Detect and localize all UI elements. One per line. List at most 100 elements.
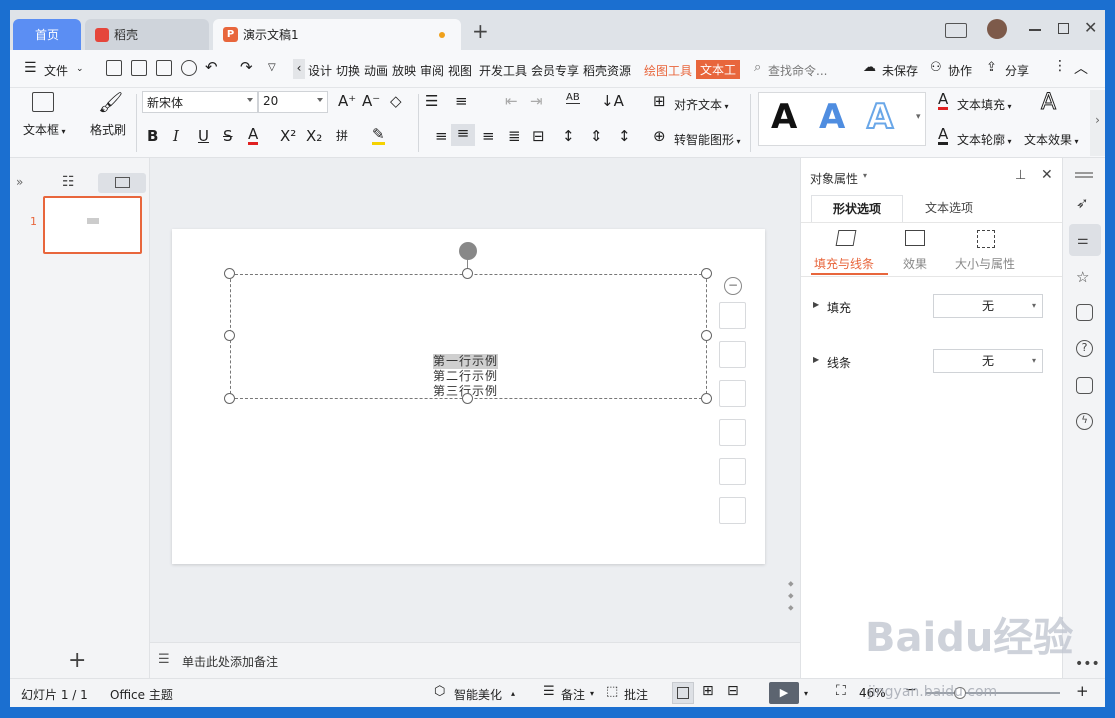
share-button[interactable]: 分享: [1005, 62, 1029, 79]
text-style-gallery[interactable]: A A A: [758, 92, 926, 146]
fill-label[interactable]: 填充: [827, 299, 851, 316]
chevron-down-icon[interactable]: ▾: [804, 689, 808, 698]
slide-thumbnail[interactable]: [43, 196, 142, 254]
text-box[interactable]: 第一行示例 第二行示例 第三行示例: [230, 274, 707, 399]
text-fill-button[interactable]: 文本填充 ▾: [957, 96, 1012, 113]
thumbnail-view-tab[interactable]: [98, 173, 146, 193]
gallery-more-icon[interactable]: ▾: [916, 112, 921, 122]
chevron-up-icon[interactable]: ▴: [511, 689, 515, 698]
resize-handle[interactable]: [224, 268, 235, 279]
normal-view-button[interactable]: [672, 682, 694, 704]
tab-shape-options[interactable]: 形状选项: [811, 195, 903, 223]
bullet-list-icon[interactable]: ☰: [425, 92, 438, 110]
text-style-black[interactable]: A: [771, 97, 797, 137]
notes-button[interactable]: 备注: [561, 686, 585, 703]
resize-handle[interactable]: [224, 393, 235, 404]
decrease-font-icon[interactable]: A⁻: [362, 92, 380, 110]
bold-button[interactable]: B: [147, 127, 158, 145]
justify-icon[interactable]: ≣: [508, 127, 521, 145]
comment-button[interactable]: 批注: [624, 686, 648, 703]
menu-view[interactable]: 视图: [448, 62, 472, 79]
resize-handle[interactable]: [224, 330, 235, 341]
expand-fill-icon[interactable]: ▶: [813, 300, 819, 309]
phonetic-button[interactable]: 拼: [336, 127, 348, 144]
properties-toggle[interactable]: ⚌: [1069, 224, 1101, 256]
char-spacing-icon[interactable]: AB: [566, 92, 580, 104]
close-window-icon[interactable]: ✕: [1084, 18, 1097, 37]
font-size-select[interactable]: 20: [258, 91, 328, 113]
increase-font-icon[interactable]: A⁺: [338, 92, 356, 110]
smart-beautify-button[interactable]: 智能美化: [454, 686, 502, 703]
paragraph-spacing-icon[interactable]: ⇕: [590, 127, 603, 145]
text-line-1[interactable]: 第一行示例: [433, 354, 499, 369]
menu-developer[interactable]: 开发工具: [479, 62, 527, 79]
clear-format-icon[interactable]: ◇: [390, 92, 402, 110]
textbox-icon[interactable]: [32, 92, 54, 112]
text-style-outline[interactable]: A: [866, 96, 894, 138]
lightning-icon[interactable]: ϟ: [1076, 413, 1093, 430]
help-icon[interactable]: ?: [1076, 340, 1093, 357]
quick-ideas-icon[interactable]: [719, 419, 746, 446]
menu-animation[interactable]: 动画: [364, 62, 388, 79]
subtab-size-property[interactable]: 大小与属性: [955, 255, 1015, 272]
tab-home[interactable]: 首页: [13, 19, 81, 50]
undo-icon[interactable]: ↶: [205, 58, 218, 76]
highlight-button[interactable]: ✎: [372, 127, 385, 145]
menu-member[interactable]: 会员专享: [531, 62, 579, 79]
hamburger-icon[interactable]: ☰: [24, 60, 37, 76]
quick-fill-icon[interactable]: [719, 341, 746, 368]
menu-slideshow[interactable]: 放映: [392, 62, 416, 79]
more-horizontal-icon[interactable]: •••: [1075, 656, 1100, 672]
font-color-button[interactable]: A: [248, 127, 259, 145]
quick-edit-text-icon[interactable]: [719, 497, 746, 524]
pin-icon[interactable]: ⊥: [1015, 168, 1026, 183]
close-icon[interactable]: ✕: [1041, 167, 1053, 183]
fit-window-icon[interactable]: ⛶: [836, 683, 846, 699]
line-dropdown[interactable]: 无 ▾: [933, 349, 1043, 373]
export-icon[interactable]: [131, 60, 147, 76]
expand-line-icon[interactable]: ▶: [813, 355, 819, 364]
numbered-list-icon[interactable]: ≡: [455, 92, 468, 110]
rocket-icon[interactable]: ➶: [1076, 194, 1089, 212]
save-icon[interactable]: [106, 60, 122, 76]
format-painter-icon[interactable]: 🖌: [98, 90, 123, 114]
superscript-button[interactable]: X²: [280, 127, 296, 145]
distribute-icon[interactable]: ⊟: [532, 127, 545, 145]
menu-file[interactable]: 文件: [44, 62, 68, 79]
window-layout-icon[interactable]: [945, 23, 967, 38]
menu-drawing-tools[interactable]: 绘图工具: [644, 62, 692, 79]
underline-button[interactable]: U: [198, 127, 209, 145]
collapse-tools-icon[interactable]: −: [724, 277, 742, 295]
notes-bar[interactable]: ☰ 单击此处添加备注: [150, 642, 800, 678]
tab-text-options[interactable]: 文本选项: [903, 195, 995, 223]
zoom-in-button[interactable]: +: [1076, 682, 1089, 700]
splitter-icon[interactable]: ⬥ ⬥ ⬥: [788, 578, 794, 614]
align-text-button[interactable]: 对齐文本 ▾: [674, 96, 729, 113]
star-icon[interactable]: ☆: [1076, 268, 1089, 286]
text-effect-button[interactable]: 文本效果 ▾: [1024, 131, 1079, 148]
font-name-select[interactable]: 新宋体: [142, 91, 258, 113]
textbox-button[interactable]: 文本框 ▾: [23, 121, 66, 138]
new-tab-button[interactable]: +: [472, 21, 489, 41]
quick-outline-icon[interactable]: [719, 380, 746, 407]
play-slideshow-button[interactable]: ▶: [769, 682, 799, 704]
format-painter-button[interactable]: 格式刷: [90, 121, 126, 138]
slide[interactable]: 第一行示例 第二行示例 第三行示例 −: [172, 229, 765, 564]
text-outline-button[interactable]: 文本轮廓 ▾: [957, 131, 1012, 148]
reading-view-icon[interactable]: ⊟: [727, 683, 739, 699]
rotate-handle-icon[interactable]: [459, 242, 477, 260]
strikethrough-button[interactable]: S: [223, 127, 233, 145]
unsaved-status[interactable]: 未保存: [882, 62, 918, 79]
menu-text-tools[interactable]: 文本工: [696, 60, 741, 79]
avatar[interactable]: [987, 19, 1007, 39]
quick-access-dropdown-icon[interactable]: ▽: [268, 62, 276, 73]
subtab-effect[interactable]: 效果: [903, 255, 927, 272]
line-spacing-icon[interactable]: ↕: [562, 127, 575, 145]
subtab-fill-line[interactable]: 填充与线条: [814, 255, 874, 272]
ribbon-scroll-right-icon[interactable]: ›: [1090, 90, 1105, 156]
decrease-indent-icon[interactable]: ⇤: [505, 92, 518, 110]
quick-text-icon[interactable]: [719, 458, 746, 485]
smart-shape-button[interactable]: 转智能图形 ▾: [674, 131, 741, 148]
expand-panel-icon[interactable]: »: [16, 175, 23, 189]
print-icon[interactable]: [156, 60, 172, 76]
